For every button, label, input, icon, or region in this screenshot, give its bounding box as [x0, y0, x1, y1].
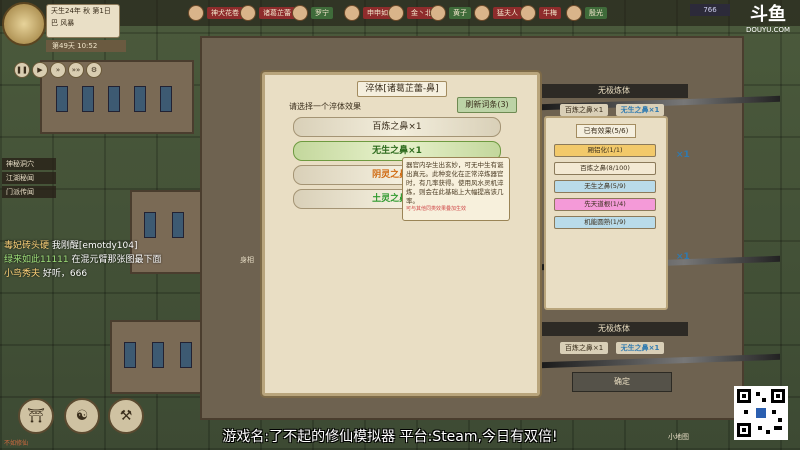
day-time-bar: 第49天 10:52 [46, 40, 126, 52]
refine-effect-a: 百炼之鼻×1 [560, 342, 608, 354]
chat-line: 毒妃砖头硬 我刚醒[emotdy104] [4, 238, 137, 251]
disciple-portrait[interactable]: 猛夫人 [474, 3, 522, 23]
side-item-rumors[interactable]: 江湖秘闻 [2, 172, 56, 184]
chat-user: 毒妃砖头硬 [4, 241, 50, 251]
chat-message: 我刚醒[emotdy104] [51, 241, 138, 251]
avatar [566, 5, 582, 21]
sect-emblem-icon[interactable] [2, 2, 46, 46]
resource-counter: 766 [690, 4, 730, 16]
avatar [474, 5, 490, 21]
avatar [292, 5, 308, 21]
settings-icon[interactable]: ⚙ [86, 62, 102, 78]
panel-title: 无极炼体 [540, 322, 688, 336]
qr-code [734, 386, 788, 440]
avatar [240, 5, 256, 21]
effect-item[interactable]: 无生之鼻(5/9) [554, 180, 656, 193]
douyu-logo: 斗鱼 [750, 4, 786, 25]
tooltip-text: 器官内孕生出玄妙，可无中生有诞出真元。此种变化在正常淬炼器官时，有几率获得。使用… [406, 161, 504, 205]
disciple-portrait[interactable]: 黄子 [430, 3, 471, 23]
disciple-portrait[interactable]: 神犬花卷 [188, 3, 243, 23]
tempering-option[interactable]: 百炼之鼻×1 [293, 117, 501, 137]
disciple-name: 诸葛芷蕾 [259, 7, 295, 19]
minimap-button[interactable]: 小地图 [668, 432, 698, 444]
effects-title: 已有效果(5/6) [576, 124, 636, 138]
side-item-sect-rumors[interactable]: 门派传闻 [2, 186, 56, 198]
effect-tooltip: 器官内孕生出玄妙，可无中生有诞出真元。此种变化在正常淬炼器官时，有几率获得。使用… [402, 157, 510, 221]
count-label: ×1 [676, 252, 690, 262]
effect-item[interactable]: 机能圆熟(1/9) [554, 216, 656, 229]
effect-item[interactable]: 厢铝化(1/1) [554, 144, 656, 157]
avatar [520, 5, 536, 21]
left-label: 身相 [240, 256, 254, 264]
chat-user: 绿来如此11111 [4, 255, 69, 265]
chat-message: 在混元臂那张图最下面 [71, 255, 162, 265]
refine-row: 百炼之鼻×1 无生之鼻×1 [546, 104, 682, 116]
disciple-portrait[interactable]: 殷光 [566, 3, 607, 23]
season-text: 巴 风暴 [51, 19, 75, 27]
existing-effects-panel: 已有效果(5/6) 厢铝化(1/1) 百炼之鼻(8/100) 无生之鼻(5/9)… [544, 116, 668, 310]
dialog-prompt: 请选择一个淬体效果 [289, 102, 361, 111]
date-text: 天生24年 秋 第1日 [51, 7, 111, 15]
chat-message: 好听，666 [42, 269, 88, 279]
count-label: ×1 [676, 150, 690, 160]
dialog-title: 淬体[诸葛芷蕾-鼻] [357, 81, 447, 97]
disciple-name: 殷光 [585, 7, 607, 19]
avatar [188, 5, 204, 21]
disciple-icon[interactable]: ☯ [64, 398, 100, 434]
disciple-name: 神犬花卷 [207, 7, 243, 19]
disciple-name: 黄子 [449, 7, 471, 19]
stream-subtitle: 游戏名:了不起的修仙模拟器 平台:Steam,今日有双倍! [222, 429, 558, 445]
chat-line: 小鸟秀夫 好听，666 [4, 266, 87, 279]
disciple-portrait[interactable]: 诸葛芷蕾 [240, 3, 295, 23]
disciple-name: 罗宁 [311, 7, 333, 19]
refine-effect-b: 无生之鼻×1 [616, 342, 664, 354]
craft-icon[interactable]: ⚒ [108, 398, 144, 434]
play-icon[interactable]: ▶ [32, 62, 48, 78]
disciple-name: 牛梅 [539, 7, 561, 19]
refine-effect-b: 无生之鼻×1 [616, 104, 664, 116]
disciple-portrait[interactable]: 罗宁 [292, 3, 333, 23]
footnote: 不如修仙 [4, 440, 29, 447]
hall-building [110, 320, 214, 394]
chat-user: 小鸟秀夫 [4, 269, 41, 279]
build-icon[interactable]: ⛩ [18, 398, 54, 434]
refresh-entries-button[interactable]: 刷新词条(3) [457, 97, 517, 113]
pause-icon[interactable]: ❚❚ [14, 62, 30, 78]
avatar [430, 5, 446, 21]
tooltip-hint: 可与其他同类效果叠加生效 [406, 206, 467, 212]
douyu-watermark: 斗鱼 DOUYU.COM [740, 4, 796, 40]
disciple-portrait[interactable]: 牛梅 [520, 3, 561, 23]
date-panel: 天生24年 秋 第1日 巴 风暴 [46, 4, 120, 38]
effect-item[interactable]: 百炼之鼻(8/100) [554, 162, 656, 175]
effect-item[interactable]: 先天道根(1/4) [554, 198, 656, 211]
confirm-button[interactable]: 确定 [572, 372, 672, 392]
avatar [344, 5, 360, 21]
tempering-dialog: 淬体[诸葛芷蕾-鼻] 请选择一个淬体效果 刷新词条(3) 百炼之鼻×1 无生之鼻… [262, 72, 540, 396]
refine-effect-a: 百炼之鼻×1 [560, 104, 608, 116]
panel-title: 无极炼体 [540, 84, 688, 98]
faster-icon[interactable]: »» [68, 62, 84, 78]
refine-row: 百炼之鼻×1 无生之鼻×1 [546, 342, 682, 354]
disciple-name: 猛夫人 [493, 7, 522, 19]
fast-forward-icon[interactable]: » [50, 62, 66, 78]
avatar [388, 5, 404, 21]
side-item-secret-cave[interactable]: 神秘洞穴 [2, 158, 56, 170]
chat-line: 绿来如此11111 在混元臂那张图最下面 [4, 252, 162, 265]
douyu-url: DOUYU.COM [745, 26, 791, 34]
